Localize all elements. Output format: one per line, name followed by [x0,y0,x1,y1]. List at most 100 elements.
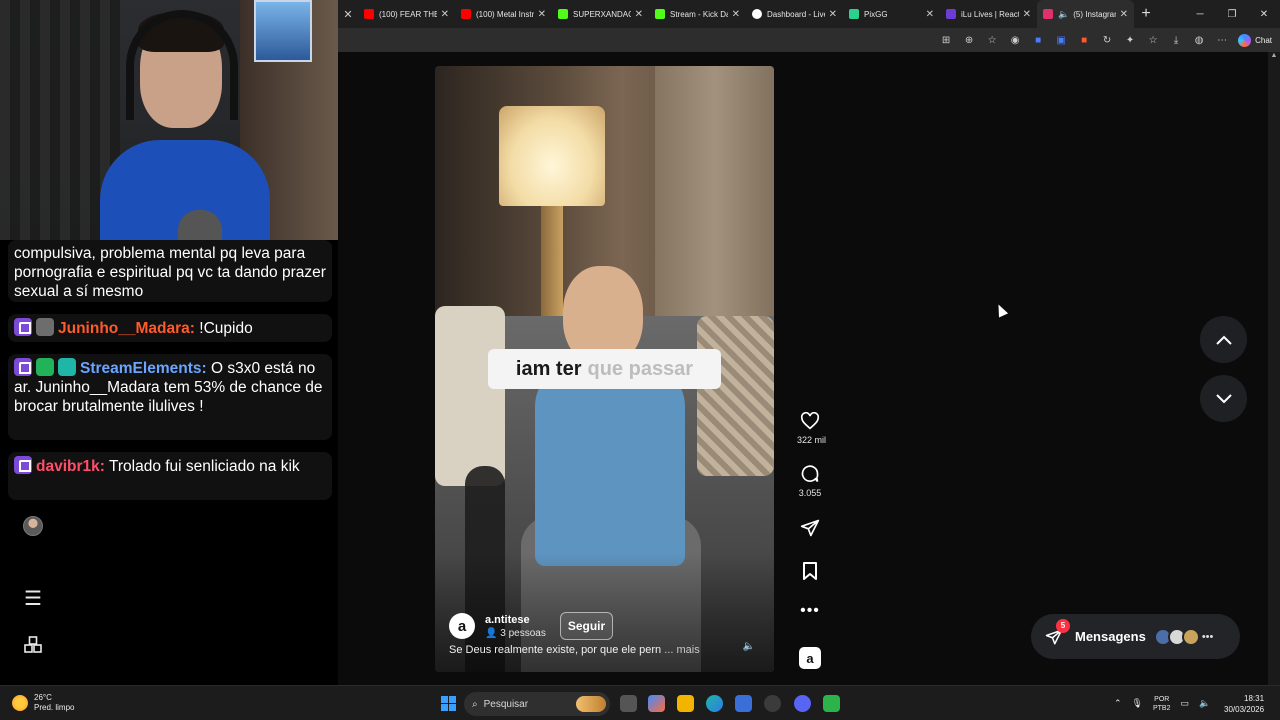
translate-icon[interactable]: ▣ [1054,33,1068,47]
like-button[interactable]: 322 mil [797,410,826,445]
author-username[interactable]: a.ntitese [485,614,546,626]
taskbar-search[interactable]: ⌕ Pesquisar [464,692,610,716]
windows-taskbar: 26°C Pred. limpo ⌕ Pesquisar ⌃ 🎙 POR PTB… [0,685,1280,720]
app-icon[interactable]: ⊞ [939,33,953,47]
browser-tab-active[interactable]: 🔈(5) Instagram✕ [1037,0,1134,28]
chevron-down-icon [1215,393,1232,403]
reel-author-bar: a a.ntitese 👤 3 pessoas Seguir [449,609,769,643]
previous-reel-button[interactable] [1200,316,1247,363]
share-button[interactable] [797,517,823,539]
scroll-up-icon[interactable]: ▲ [1268,52,1280,59]
instagram-icon [1043,9,1053,19]
shield-icon[interactable]: ■ [1031,33,1045,47]
refresh-icon[interactable]: ↻ [1100,33,1114,47]
clock[interactable]: 18:31 30/03/2026 [1224,693,1264,715]
task-view-icon[interactable] [620,695,637,712]
browser-tab[interactable]: SUPERXANDAO ✕ [552,0,649,28]
more-link[interactable]: ... mais [664,644,699,656]
user-badge-icon [36,318,54,336]
person-icon: 👤 [485,627,498,639]
weather-widget[interactable]: 26°C Pred. limpo [12,693,74,713]
favorite-star-icon[interactable]: ☆ [985,33,999,47]
close-icon[interactable]: ✕ [338,8,358,21]
browser-tab[interactable]: (100) FEAR THE ✕ [358,0,455,28]
volume-icon[interactable]: 🔈 [741,639,757,655]
hamburger-menu-icon[interactable]: ☰ [22,588,44,610]
reel-subtitle: iam ter que passar [488,349,721,389]
close-icon[interactable]: ✕ [1120,9,1128,20]
chat-username[interactable]: davibr1k [36,458,100,475]
twitch-icon [14,456,32,474]
chat-message: compulsiva, problema mental pq leva para… [8,240,332,302]
restore-icon[interactable]: ❐ [1216,9,1248,20]
favorites-icon[interactable]: ☆ [1146,33,1160,47]
discord-icon[interactable] [794,695,811,712]
weather-description: Pred. limpo [34,703,75,712]
audio-account-icon[interactable]: a [799,647,821,669]
edge-browser-icon[interactable] [706,695,723,712]
youtube-icon [461,9,471,19]
save-button[interactable] [797,560,823,582]
close-window-icon[interactable]: ✕ [1248,9,1280,20]
browser-tab[interactable]: PixGG ✕ [843,0,940,28]
copilot-chat-button[interactable]: Chat [1238,33,1272,47]
reel-description: Se Deus realmente existe, por que ele pe… [449,644,700,656]
temperature: 26°C [34,693,52,702]
globe-icon [752,9,762,19]
unread-badge: 5 [1056,618,1070,633]
volume-icon[interactable]: 🔈 [1199,698,1210,709]
headphones [126,10,238,120]
zoom-icon[interactable]: ⊕ [962,33,976,47]
send-icon [797,517,823,539]
more-options-icon[interactable]: ••• [797,602,823,620]
author-avatar[interactable]: a [449,613,475,639]
browser-tab[interactable]: iLu Lives | React ✕ [940,0,1037,28]
comment-button[interactable]: 3.055 [797,463,823,498]
chat-username[interactable]: Juninho__Madara [58,320,190,337]
close-icon[interactable]: ✕ [441,9,449,20]
profile-avatar[interactable] [23,516,43,536]
collaborators-label[interactable]: 👤 3 pessoas [485,628,546,639]
browser-tab[interactable]: (100) Metal Instr ✕ [455,0,552,28]
close-icon[interactable]: ✕ [829,9,837,20]
messages-button[interactable]: 5 Mensagens ••• [1031,614,1240,659]
follow-button[interactable]: Seguir [559,612,614,640]
copilot-icon[interactable] [648,695,665,712]
apps-grid-icon[interactable] [22,635,44,657]
minimize-icon[interactable]: ─ [1184,9,1216,20]
extensions-icon[interactable]: ✦ [1123,33,1137,47]
download-icon[interactable]: ⤓ [1169,33,1183,47]
next-reel-button[interactable] [1200,375,1247,422]
profile-icon[interactable]: ◍ [1192,33,1206,47]
weather-sun-icon [12,695,28,711]
close-icon[interactable]: ✕ [926,9,934,20]
office-icon[interactable]: ■ [1077,33,1091,47]
language-indicator[interactable]: POR PTB2 [1153,695,1171,713]
microphone-icon[interactable]: 🎙 [1132,698,1143,709]
file-explorer-icon[interactable] [677,695,694,712]
close-icon[interactable]: ✕ [732,9,740,20]
kick-icon [558,9,568,19]
more-options-icon[interactable]: ⋯ [1215,33,1229,47]
network-icon[interactable]: ▭ [1181,698,1190,709]
stream-chat-panel: compulsiva, problema mental pq leva para… [0,240,338,685]
obs-icon[interactable] [764,695,781,712]
new-tab-button[interactable]: + [1134,5,1158,23]
app-icon[interactable] [823,695,840,712]
send-icon: 5 [1045,618,1070,646]
browser-tab[interactable]: Stream - Kick Da ✕ [649,0,746,28]
heart-icon [797,410,823,432]
chat-username[interactable]: StreamElements [80,360,201,377]
close-icon[interactable]: ✕ [538,9,546,20]
photos-icon[interactable] [735,695,752,712]
windows-start-icon[interactable] [441,696,456,711]
extension-icon[interactable]: ◉ [1008,33,1022,47]
chevron-up-icon[interactable]: ⌃ [1114,698,1122,709]
speaker-icon[interactable]: 🔈 [1058,9,1069,20]
close-icon[interactable]: ✕ [1023,9,1031,20]
twitch-icon [946,9,956,19]
browser-tab[interactable]: Dashboard - Live ✕ [746,0,843,28]
page-scrollbar[interactable]: ▲ [1268,52,1280,685]
close-icon[interactable]: ✕ [635,9,643,20]
twitch-icon [14,318,32,336]
